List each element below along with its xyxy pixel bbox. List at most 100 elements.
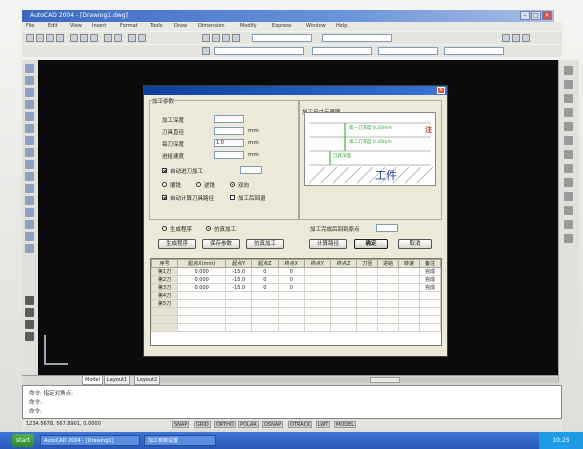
paste-icon[interactable] [90, 34, 98, 42]
table-cell[interactable] [377, 283, 400, 292]
grid-toggle[interactable]: GRID [194, 421, 211, 428]
table-cell[interactable]: 完成 [419, 283, 441, 292]
table-cell[interactable] [356, 307, 379, 316]
cut-icon[interactable] [70, 34, 78, 42]
table-cell[interactable] [329, 299, 358, 308]
table-cell[interactable] [377, 307, 400, 316]
col-header[interactable]: 序号 [151, 259, 179, 268]
copy-object-icon[interactable] [25, 308, 34, 317]
row-header-cell[interactable] [151, 323, 179, 332]
ortho-toggle[interactable]: ORTHO [214, 421, 236, 428]
table-cell[interactable] [225, 323, 253, 332]
feed-rate-field[interactable] [214, 151, 244, 159]
simulate-button[interactable]: 仿真加工 [246, 239, 284, 249]
table-cell[interactable] [225, 299, 253, 308]
table-cell[interactable] [251, 307, 279, 316]
table-cell[interactable] [377, 315, 400, 324]
trim-icon[interactable] [564, 122, 573, 131]
table-cell[interactable]: 完成 [419, 275, 441, 284]
col-header[interactable]: 起点X(mm) [177, 259, 227, 268]
table-cell[interactable] [225, 315, 253, 324]
table-row[interactable] [151, 307, 441, 316]
col-header[interactable]: 终点X [277, 259, 306, 268]
spline-icon[interactable] [25, 148, 34, 157]
conventional-radio[interactable] [196, 182, 201, 187]
menu-dimension[interactable]: Dimension [198, 23, 225, 29]
stretch-icon[interactable] [564, 108, 573, 117]
table-cell[interactable] [277, 315, 306, 324]
table-cell[interactable] [398, 299, 421, 308]
table-row[interactable]: 第2刀 0.000 -15.0 0 0 完成 [151, 275, 441, 284]
ellipse-icon[interactable] [25, 160, 34, 169]
table-cell[interactable] [377, 299, 400, 308]
table-cell[interactable]: 完成 [419, 267, 441, 276]
col-header[interactable]: 备注 [419, 259, 441, 268]
table-cell[interactable]: 0 [251, 267, 279, 276]
layer-combo[interactable] [214, 47, 304, 55]
make-block-icon[interactable] [25, 184, 34, 193]
row-header-cell[interactable]: 第2刀 [151, 275, 179, 284]
generate-program-radio[interactable] [162, 226, 167, 231]
pan-icon[interactable] [128, 34, 136, 42]
table-cell[interactable] [329, 323, 358, 332]
table-cell[interactable] [251, 291, 279, 300]
rectangle-icon[interactable] [25, 112, 34, 121]
table-cell[interactable] [356, 275, 379, 284]
command-window[interactable]: 命令: 指定对角点: 命令: 命令: [22, 385, 562, 419]
table-cell[interactable] [419, 315, 441, 324]
row-header-cell[interactable]: 第3刀 [151, 283, 179, 292]
table-cell[interactable] [419, 307, 441, 316]
retract-checkbox[interactable] [230, 195, 235, 200]
table-cell[interactable] [277, 323, 306, 332]
row-header-cell[interactable]: 第5刀 [151, 299, 179, 308]
table-row[interactable]: 第5刀 [151, 299, 441, 308]
new-file-icon[interactable] [26, 34, 34, 42]
osnap-toggle[interactable]: OSNAP [262, 421, 284, 428]
table-cell[interactable] [177, 323, 227, 332]
row-header-cell[interactable] [151, 315, 179, 324]
menu-modify[interactable]: Modify [240, 23, 257, 29]
table-cell[interactable]: 0 [277, 283, 306, 292]
table-cell[interactable] [329, 283, 358, 292]
table-cell[interactable] [398, 283, 421, 292]
table-cell[interactable] [377, 275, 400, 284]
menu-draw[interactable]: Draw [174, 23, 187, 29]
auto-feed-field[interactable] [240, 166, 262, 174]
undo-icon[interactable] [104, 34, 112, 42]
redo-icon[interactable] [114, 34, 122, 42]
table-cell[interactable] [251, 315, 279, 324]
tab-model[interactable]: Model [82, 376, 104, 385]
rotate-icon[interactable] [564, 80, 573, 89]
table-cell[interactable] [304, 267, 331, 276]
simulate-radio[interactable] [206, 226, 211, 231]
array-icon[interactable] [564, 206, 573, 215]
table-cell[interactable] [419, 323, 441, 332]
col-header[interactable]: 进给 [377, 259, 400, 268]
table-cell[interactable] [177, 299, 227, 308]
menu-help[interactable]: Help [336, 23, 347, 29]
design-center-icon[interactable] [212, 34, 220, 42]
table-cell[interactable] [356, 283, 379, 292]
table-cell[interactable] [419, 299, 441, 308]
col-header[interactable]: 起点Z [251, 259, 279, 268]
linetype-combo[interactable] [378, 47, 438, 55]
table-cell[interactable] [329, 291, 358, 300]
region-icon[interactable] [25, 220, 34, 229]
erase-icon[interactable] [25, 296, 34, 305]
table-cell[interactable] [304, 307, 331, 316]
table-row[interactable] [151, 323, 441, 332]
table-cell[interactable] [356, 315, 379, 324]
depth-field[interactable] [214, 115, 244, 123]
table-cell[interactable] [356, 299, 379, 308]
row-header-cell[interactable]: 第4刀 [151, 291, 179, 300]
table-cell[interactable] [304, 315, 331, 324]
table-cell[interactable] [329, 307, 358, 316]
tab-layout2[interactable]: Layout2 [134, 376, 161, 385]
table-cell[interactable]: -15.0 [225, 283, 253, 292]
command-prompt[interactable]: 命令: [29, 407, 42, 415]
snap-toggle[interactable]: SNAP [172, 421, 190, 428]
col-header[interactable]: 刀径 [356, 259, 379, 268]
table-cell[interactable] [225, 291, 253, 300]
arc-icon[interactable] [25, 124, 34, 133]
auto-path-checkbox[interactable] [162, 195, 167, 200]
